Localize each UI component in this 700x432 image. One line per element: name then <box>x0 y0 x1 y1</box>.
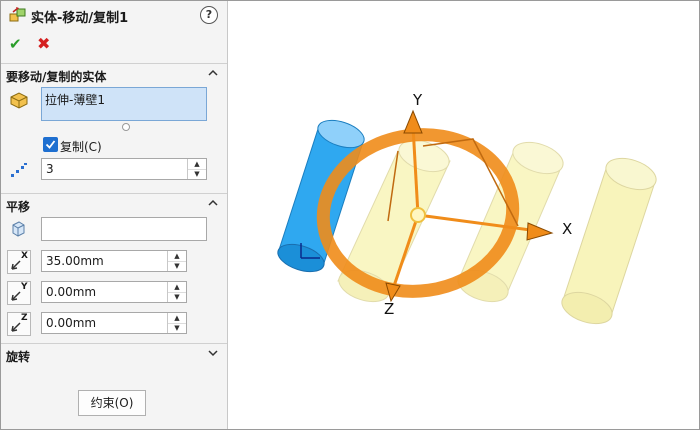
delta-y-icon: Y <box>7 281 31 305</box>
cancel-button[interactable]: ✖ <box>37 34 50 53</box>
rotate-section-header[interactable]: 旋转 <box>1 343 227 366</box>
copies-count-icon <box>11 163 27 177</box>
rotate-section-title: 旋转 <box>6 350 31 364</box>
delta-y-value: 0.00mm <box>46 285 97 299</box>
axis-label-x: X <box>562 220 572 238</box>
delta-y-label: Y <box>21 282 28 292</box>
delta-x-value: 35.00mm <box>46 254 104 268</box>
delta-x-arrows: ▲ ▼ <box>167 251 186 271</box>
delta-x-down-button[interactable]: ▼ <box>168 261 186 271</box>
property-manager-panel: 实体-移动/复制1 ? ✔ ✖ 要移动/复制的实体 拉伸-薄壁1 复制(C) 3… <box>1 1 228 429</box>
chevron-down-icon <box>208 350 218 357</box>
selected-body-item[interactable]: 拉伸-薄壁1 <box>45 91 105 108</box>
bodies-section-title: 要移动/复制的实体 <box>6 70 107 84</box>
copy-checkbox-label: 复制(C) <box>60 140 102 154</box>
solid-body-icon <box>10 92 28 109</box>
list-resize-handle[interactable] <box>122 123 130 131</box>
delta-z-value: 0.00mm <box>46 316 97 330</box>
preview-copy-body-3 <box>561 157 657 325</box>
copies-count-down-button[interactable]: ▼ <box>188 169 206 179</box>
delta-z-icon: Z <box>7 312 31 336</box>
delta-z-label: Z <box>21 313 28 323</box>
chevron-up-icon <box>208 199 218 206</box>
constraints-button[interactable]: 约束(O) <box>78 390 146 416</box>
translate-reference-icon <box>12 221 25 237</box>
selected-bodies-list[interactable]: 拉伸-薄壁1 <box>41 87 207 121</box>
delta-x-label: X <box>21 251 28 261</box>
viewport-canvas[interactable]: Y X Z <box>228 1 699 429</box>
copies-count-stepper[interactable]: 3 ▲ ▼ <box>41 158 207 180</box>
ok-button[interactable]: ✔ <box>9 35 22 53</box>
delta-z-input[interactable]: 0.00mm ▲ ▼ <box>41 312 187 334</box>
delta-y-down-button[interactable]: ▼ <box>168 292 186 302</box>
translate-section-header[interactable]: 平移 <box>1 193 227 216</box>
axis-label-z: Z <box>384 300 394 318</box>
graphics-viewport[interactable]: Y X Z <box>228 1 699 429</box>
chevron-up-icon <box>208 69 218 76</box>
translate-section-title: 平移 <box>6 200 31 214</box>
delta-z-down-button[interactable]: ▼ <box>168 323 186 333</box>
copy-checkbox[interactable] <box>43 137 58 152</box>
copies-count-arrows: ▲ ▼ <box>187 159 206 179</box>
delta-y-arrows: ▲ ▼ <box>167 282 186 302</box>
delta-z-arrows: ▲ ▼ <box>167 313 186 333</box>
move-copy-body-icon <box>9 7 26 22</box>
help-button[interactable]: ? <box>200 6 218 24</box>
panel-title-row: 实体-移动/复制1 ? <box>1 1 227 29</box>
panel-title: 实体-移动/复制1 <box>31 11 129 26</box>
delta-x-input[interactable]: 35.00mm ▲ ▼ <box>41 250 187 272</box>
translate-reference-field[interactable] <box>41 217 207 241</box>
checkmark-icon <box>45 140 56 149</box>
delta-y-input[interactable]: 0.00mm ▲ ▼ <box>41 281 187 303</box>
bodies-section-header[interactable]: 要移动/复制的实体 <box>1 63 227 86</box>
delta-x-icon: X <box>7 250 31 274</box>
axis-label-y: Y <box>412 91 423 109</box>
copies-count-value: 3 <box>46 162 54 176</box>
